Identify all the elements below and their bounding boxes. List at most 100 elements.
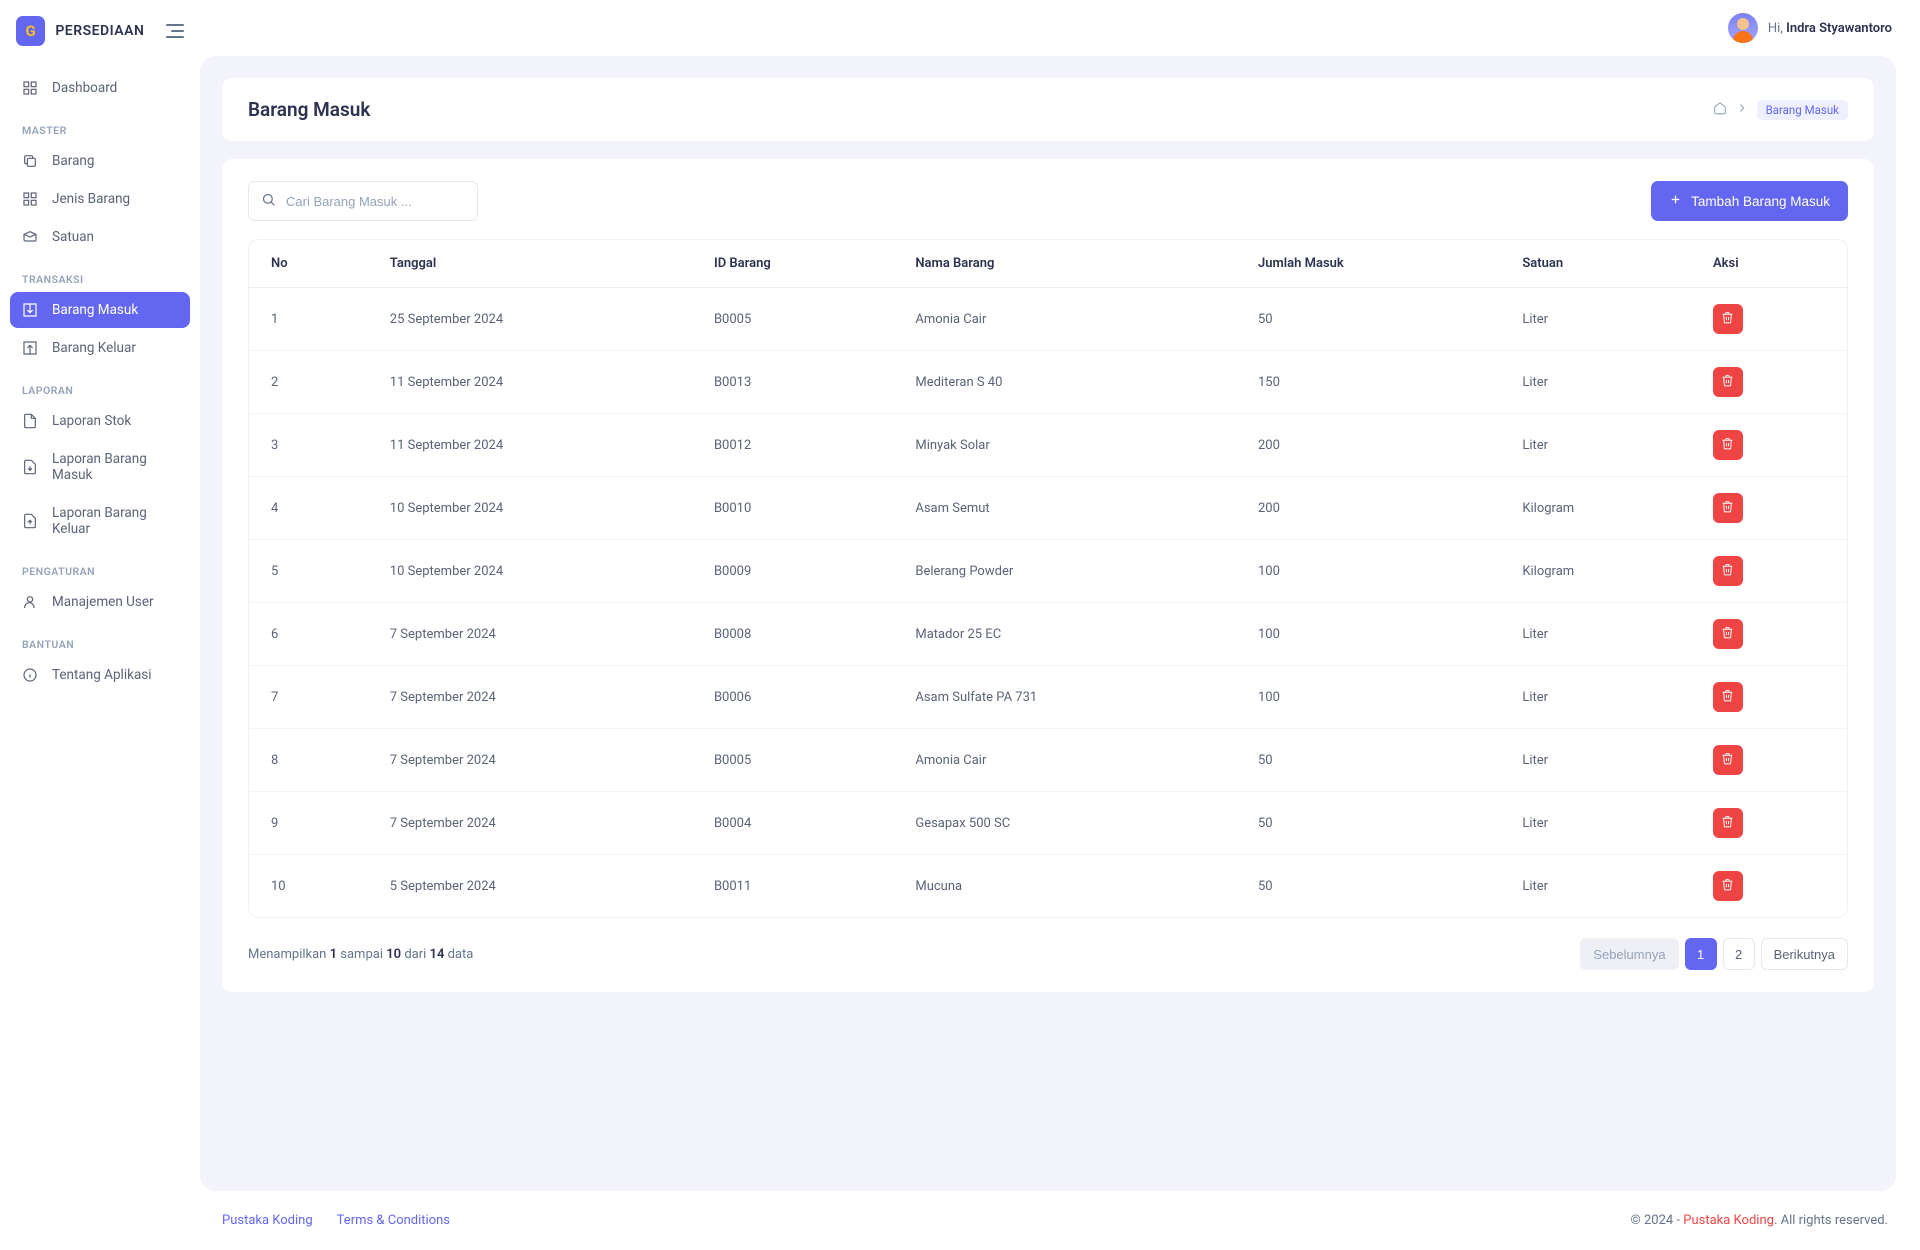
cell-aksi [1695, 603, 1847, 666]
user-menu[interactable]: Hi, Indra Styawantoro [1728, 13, 1892, 43]
cell-jumlah: 150 [1240, 351, 1504, 414]
sidebar-item-dashboard[interactable]: Dashboard [10, 70, 190, 106]
cell-tanggal: 5 September 2024 [372, 855, 696, 918]
pagination-page-2[interactable]: 2 [1723, 938, 1755, 970]
table-row: 105 September 2024B0011Mucuna50Liter [249, 855, 1847, 918]
home-icon[interactable] [1713, 101, 1727, 118]
trash-icon [1721, 815, 1734, 831]
delete-button[interactable] [1713, 745, 1743, 775]
delete-button[interactable] [1713, 808, 1743, 838]
sidebar-item-laporan-barang-masuk[interactable]: Laporan Barang Masuk [10, 441, 190, 493]
sidebar-item-barang[interactable]: Barang [10, 143, 190, 179]
user-icon [22, 594, 38, 610]
trash-icon [1721, 500, 1734, 516]
inbox-in-icon [22, 302, 38, 318]
footer-copyright: © 2024 - Pustaka Koding. All rights rese… [1631, 1213, 1888, 1228]
table-card-wrapper: Tambah Barang Masuk NoTanggalID BarangNa… [222, 159, 1874, 992]
trash-icon [1721, 563, 1734, 579]
logo-badge: G [16, 16, 45, 46]
cell-jumlah: 200 [1240, 414, 1504, 477]
inbox-out-icon [22, 340, 38, 356]
sidebar-item-jenis-barang[interactable]: Jenis Barang [10, 181, 190, 217]
cell-tanggal: 25 September 2024 [372, 288, 696, 351]
delete-button[interactable] [1713, 871, 1743, 901]
sidebar: G PERSEDIAAN Dashboard MASTER Barang Jen… [0, 0, 200, 1250]
delete-button[interactable] [1713, 493, 1743, 523]
delete-button[interactable] [1713, 556, 1743, 586]
sidebar-item-label: Barang Masuk [52, 302, 138, 318]
cell-satuan: Kilogram [1504, 477, 1695, 540]
cell-tanggal: 10 September 2024 [372, 540, 696, 603]
delete-button[interactable] [1713, 304, 1743, 334]
cell-no: 4 [249, 477, 372, 540]
footer-link-pustaka[interactable]: Pustaka Koding [222, 1213, 313, 1228]
file-out-icon [22, 513, 38, 529]
avatar [1728, 13, 1758, 43]
cell-nama: Amonia Cair [897, 729, 1240, 792]
sidebar-item-barang-keluar[interactable]: Barang Keluar [10, 330, 190, 366]
content-area: Barang Masuk Barang Masuk Tambah Barang … [200, 56, 1896, 1191]
delete-button[interactable] [1713, 430, 1743, 460]
cell-nama: Gesapax 500 SC [897, 792, 1240, 855]
cell-jumlah: 50 [1240, 729, 1504, 792]
file-icon [22, 413, 38, 429]
search-icon [261, 192, 276, 211]
table-row: 410 September 2024B0010Asam Semut200Kilo… [249, 477, 1847, 540]
section-title-pengaturan: PENGATURAN [10, 557, 190, 584]
search-input[interactable] [286, 194, 465, 209]
sidebar-item-laporan-stok[interactable]: Laporan Stok [10, 403, 190, 439]
cell-jumlah: 100 [1240, 540, 1504, 603]
sidebar-item-label: Dashboard [52, 80, 117, 96]
table-summary: Menampilkan 1 sampai 10 dari 14 data [248, 947, 473, 962]
cell-nama: Belerang Powder [897, 540, 1240, 603]
column-header: Satuan [1504, 240, 1695, 288]
cell-aksi [1695, 792, 1847, 855]
add-barang-masuk-button[interactable]: Tambah Barang Masuk [1651, 181, 1848, 221]
footer-link-terms[interactable]: Terms & Conditions [337, 1213, 450, 1228]
trash-icon [1721, 878, 1734, 894]
cell-jumlah: 50 [1240, 288, 1504, 351]
cell-no: 9 [249, 792, 372, 855]
sidebar-item-barang-masuk[interactable]: Barang Masuk [10, 292, 190, 328]
pagination-page-1[interactable]: 1 [1685, 938, 1717, 970]
sidebar-item-laporan-barang-keluar[interactable]: Laporan Barang Keluar [10, 495, 190, 547]
cell-satuan: Liter [1504, 288, 1695, 351]
page-title: Barang Masuk [248, 98, 370, 121]
table-row: 67 September 2024B0008Matador 25 EC100Li… [249, 603, 1847, 666]
column-header: Jumlah Masuk [1240, 240, 1504, 288]
cell-tanggal: 10 September 2024 [372, 477, 696, 540]
section-title-laporan: LAPORAN [10, 376, 190, 403]
menu-toggle-icon[interactable] [166, 24, 184, 38]
cell-no: 1 [249, 288, 372, 351]
sidebar-item-tentang-aplikasi[interactable]: Tentang Aplikasi [10, 657, 190, 693]
pagination: Sebelumnya 12 Berikutnya [1580, 938, 1848, 970]
cell-satuan: Liter [1504, 855, 1695, 918]
delete-button[interactable] [1713, 367, 1743, 397]
cell-nama: Mucuna [897, 855, 1240, 918]
breadcrumb: Barang Masuk [1713, 100, 1848, 120]
cell-satuan: Liter [1504, 414, 1695, 477]
sidebar-item-label: Manajemen User [52, 594, 154, 610]
sidebar-item-label: Laporan Stok [52, 413, 131, 429]
cell-tanggal: 7 September 2024 [372, 792, 696, 855]
sidebar-item-manajemen-user[interactable]: Manajemen User [10, 584, 190, 620]
cell-satuan: Liter [1504, 351, 1695, 414]
cell-id: B0006 [696, 666, 897, 729]
pagination-next[interactable]: Berikutnya [1761, 938, 1848, 970]
delete-button[interactable] [1713, 682, 1743, 712]
cell-satuan: Kilogram [1504, 540, 1695, 603]
copy-icon [22, 153, 38, 169]
info-icon [22, 667, 38, 683]
cell-satuan: Liter [1504, 666, 1695, 729]
column-header: Nama Barang [897, 240, 1240, 288]
cell-jumlah: 200 [1240, 477, 1504, 540]
cell-id: B0008 [696, 603, 897, 666]
delete-button[interactable] [1713, 619, 1743, 649]
sidebar-item-satuan[interactable]: Satuan [10, 219, 190, 255]
cell-no: 6 [249, 603, 372, 666]
chevron-right-icon [1735, 101, 1749, 118]
pagination-prev[interactable]: Sebelumnya [1580, 938, 1678, 970]
app-name: PERSEDIAAN [55, 23, 144, 39]
cell-nama: Amonia Cair [897, 288, 1240, 351]
cell-jumlah: 100 [1240, 666, 1504, 729]
